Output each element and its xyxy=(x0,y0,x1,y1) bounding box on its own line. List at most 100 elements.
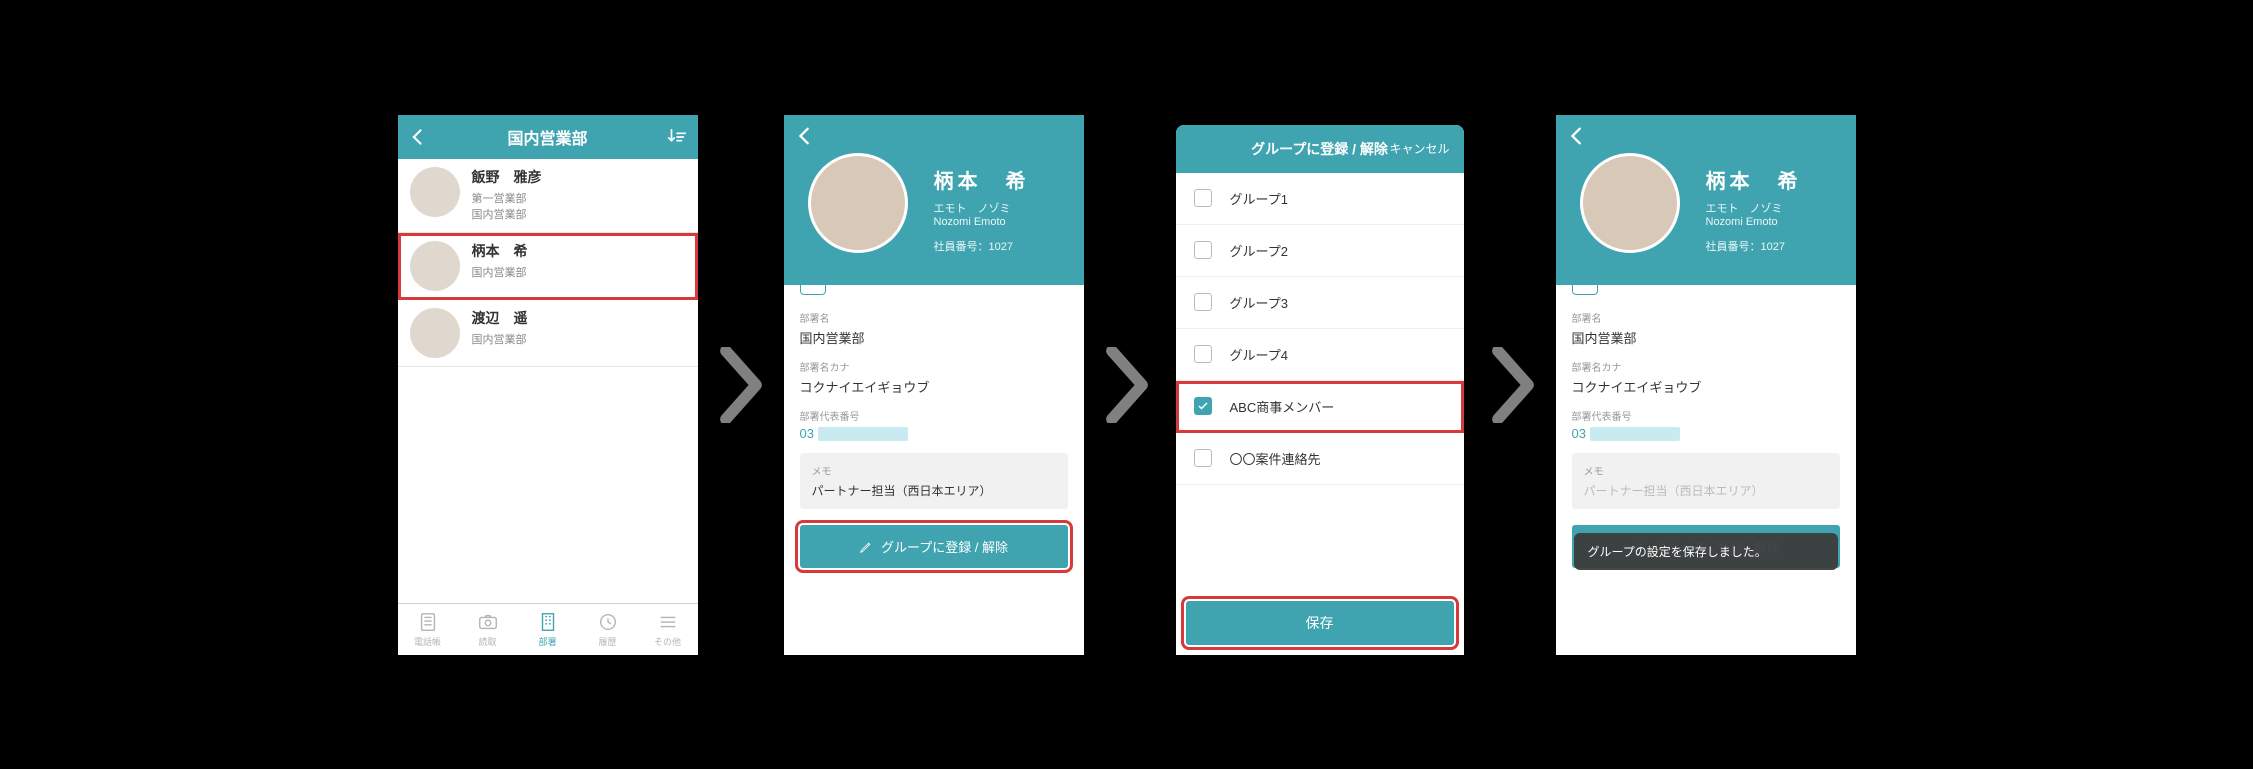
field-label: メモ xyxy=(1584,463,1828,478)
contact-dept: 国内営業部 xyxy=(472,265,528,282)
sheet-title: グループに登録 / 解除 xyxy=(1251,139,1388,159)
contact-name: 渡辺 遥 xyxy=(472,308,528,328)
detail-header: 柄本 希 エモト ノゾミ Nozomi Emoto 社員番号：1027 xyxy=(784,115,1084,285)
masked-phone xyxy=(818,427,908,441)
employee-number: 社員番号：1027 xyxy=(1706,238,1802,254)
contact-name: 柄本 希 xyxy=(472,241,528,261)
masked-phone xyxy=(1590,427,1680,441)
avatar xyxy=(410,167,460,217)
group-row[interactable]: ABC商事メンバー xyxy=(1176,381,1464,433)
sheet-header: グループに登録 / 解除 キャンセル xyxy=(1176,125,1464,173)
flow-arrow xyxy=(1084,347,1170,423)
group-label: グループ4 xyxy=(1230,345,1288,364)
field-label: 部署名 xyxy=(1572,310,1840,325)
cancel-button[interactable]: キャンセル xyxy=(1389,140,1449,157)
field-value: コクナイエイギョウブ xyxy=(1572,377,1840,396)
group-label: グループ1 xyxy=(1230,189,1288,208)
tab-label: 読取 xyxy=(478,635,496,648)
contact-row[interactable]: 渡辺 遥 国内営業部 xyxy=(398,300,698,367)
group-register-button[interactable]: グループに登録 / 解除 xyxy=(800,525,1068,568)
group-row[interactable]: グループ4 xyxy=(1176,329,1464,381)
building-icon xyxy=(537,611,559,633)
save-button[interactable]: 保存 xyxy=(1186,601,1454,645)
screen-group-select: グループに登録 / 解除 キャンセル グループ1 グループ2 グループ3 グルー… xyxy=(1170,115,1470,655)
detail-fields: 部署名 国内営業部 部署名カナ コクナイエイギョウブ 部署代表番号 03 メモ … xyxy=(784,300,1084,510)
checkbox[interactable] xyxy=(1194,293,1212,311)
memo-box: メモ パートナー担当（西日本エリア） xyxy=(800,453,1068,509)
header-title: 国内営業部 xyxy=(507,125,587,149)
tab-department[interactable]: 部署 xyxy=(518,604,578,655)
flow-arrow xyxy=(698,347,784,423)
check-icon xyxy=(1197,400,1209,412)
sort-button[interactable] xyxy=(666,115,688,159)
contact-name: 柄本 希 xyxy=(934,165,1030,194)
group-row[interactable]: 〇〇案件連絡先 xyxy=(1176,433,1464,485)
header: 国内営業部 xyxy=(398,115,698,159)
back-button[interactable] xyxy=(1566,125,1588,152)
tab-other[interactable]: その他 xyxy=(638,604,698,655)
chevron-right-icon xyxy=(717,347,765,423)
chevron-left-icon xyxy=(408,127,428,147)
tab-history[interactable]: 履歴 xyxy=(578,604,638,655)
group-row[interactable]: グループ1 xyxy=(1176,173,1464,225)
field-value: パートナー担当（西日本エリア） xyxy=(812,482,1056,499)
menu-icon xyxy=(657,611,679,633)
field-value-phone[interactable]: 03 xyxy=(1572,426,1840,442)
tab-phonebook[interactable]: 電話帳 xyxy=(398,604,458,655)
back-button[interactable] xyxy=(794,125,816,152)
field-value: 国内営業部 xyxy=(1572,328,1840,347)
contact-list: 飯野 雅彦 第一営業部 国内営業部 柄本 希 国内営業部 渡辺 遥 国内営業部 xyxy=(398,159,698,603)
group-row[interactable]: グループ2 xyxy=(1176,225,1464,277)
flow-arrow xyxy=(1470,347,1556,423)
screen-contact-list: 国内営業部 飯野 雅彦 第一営業部 国内営業部 柄本 希 国内 xyxy=(398,115,698,655)
memo-box: メモ パートナー担当（西日本エリア） xyxy=(1572,453,1840,509)
tab-scan[interactable]: 読取 xyxy=(458,604,518,655)
checkbox[interactable] xyxy=(1194,345,1212,363)
checkbox[interactable] xyxy=(1194,397,1212,415)
contact-row[interactable]: 柄本 希 国内営業部 xyxy=(398,233,698,300)
contact-romaji: Nozomi Emoto xyxy=(1706,216,1802,228)
contact-row[interactable]: 飯野 雅彦 第一営業部 国内営業部 xyxy=(398,159,698,233)
contact-kana: エモト ノゾミ xyxy=(1706,200,1802,216)
field-value: パートナー担当（西日本エリア） xyxy=(1584,482,1828,499)
field-label: 部署名 xyxy=(800,310,1068,325)
contact-photo xyxy=(808,153,908,253)
field-label: メモ xyxy=(812,463,1056,478)
avatar xyxy=(410,308,460,358)
detail-fields: 部署名 国内営業部 部署名カナ コクナイエイギョウブ 部署代表番号 03 メモ … xyxy=(1556,300,1856,510)
avatar xyxy=(410,241,460,291)
sort-icon xyxy=(666,126,688,148)
contact-dept: 国内営業部 xyxy=(472,332,528,349)
group-label: グループ3 xyxy=(1230,293,1288,312)
checkbox[interactable] xyxy=(1194,449,1212,467)
chevron-left-icon xyxy=(1566,125,1588,147)
tab-label: 履歴 xyxy=(598,635,616,648)
contact-name: 柄本 希 xyxy=(1706,165,1802,194)
field-label: 部署代表番号 xyxy=(800,408,1068,423)
pencil-icon xyxy=(859,540,873,554)
chevron-left-icon xyxy=(794,125,816,147)
group-sheet: グループに登録 / 解除 キャンセル グループ1 グループ2 グループ3 グルー… xyxy=(1176,125,1464,655)
group-list: グループ1 グループ2 グループ3 グループ4 ABC商事メンバー 〇〇案件連絡… xyxy=(1176,173,1464,591)
field-value: コクナイエイギョウブ xyxy=(800,377,1068,396)
back-button[interactable] xyxy=(408,115,428,159)
group-row[interactable]: グループ3 xyxy=(1176,277,1464,329)
contact-photo xyxy=(1580,153,1680,253)
tab-bar: 電話帳 読取 部署 履歴 その他 xyxy=(398,603,698,655)
field-label: 部署名カナ xyxy=(1572,359,1840,374)
tab-label: その他 xyxy=(654,635,681,648)
field-value-phone[interactable]: 03 xyxy=(800,426,1068,442)
contact-romaji: Nozomi Emoto xyxy=(934,216,1030,228)
detail-header: 柄本 希 エモト ノゾミ Nozomi Emoto 社員番号：1027 xyxy=(1556,115,1856,285)
field-value: 国内営業部 xyxy=(800,328,1068,347)
employee-number: 社員番号：1027 xyxy=(934,238,1030,254)
group-label: 〇〇案件連絡先 xyxy=(1230,449,1321,468)
checkbox[interactable] xyxy=(1194,241,1212,259)
group-label: ABC商事メンバー xyxy=(1230,397,1335,416)
field-label: 部署代表番号 xyxy=(1572,408,1840,423)
checkbox[interactable] xyxy=(1194,189,1212,207)
chevron-right-icon xyxy=(1489,347,1537,423)
screen-contact-detail: 柄本 希 エモト ノゾミ Nozomi Emoto 社員番号：1027 部署名 … xyxy=(784,115,1084,655)
field-label: 部署名カナ xyxy=(800,359,1068,374)
tab-label: 部署 xyxy=(538,635,556,648)
